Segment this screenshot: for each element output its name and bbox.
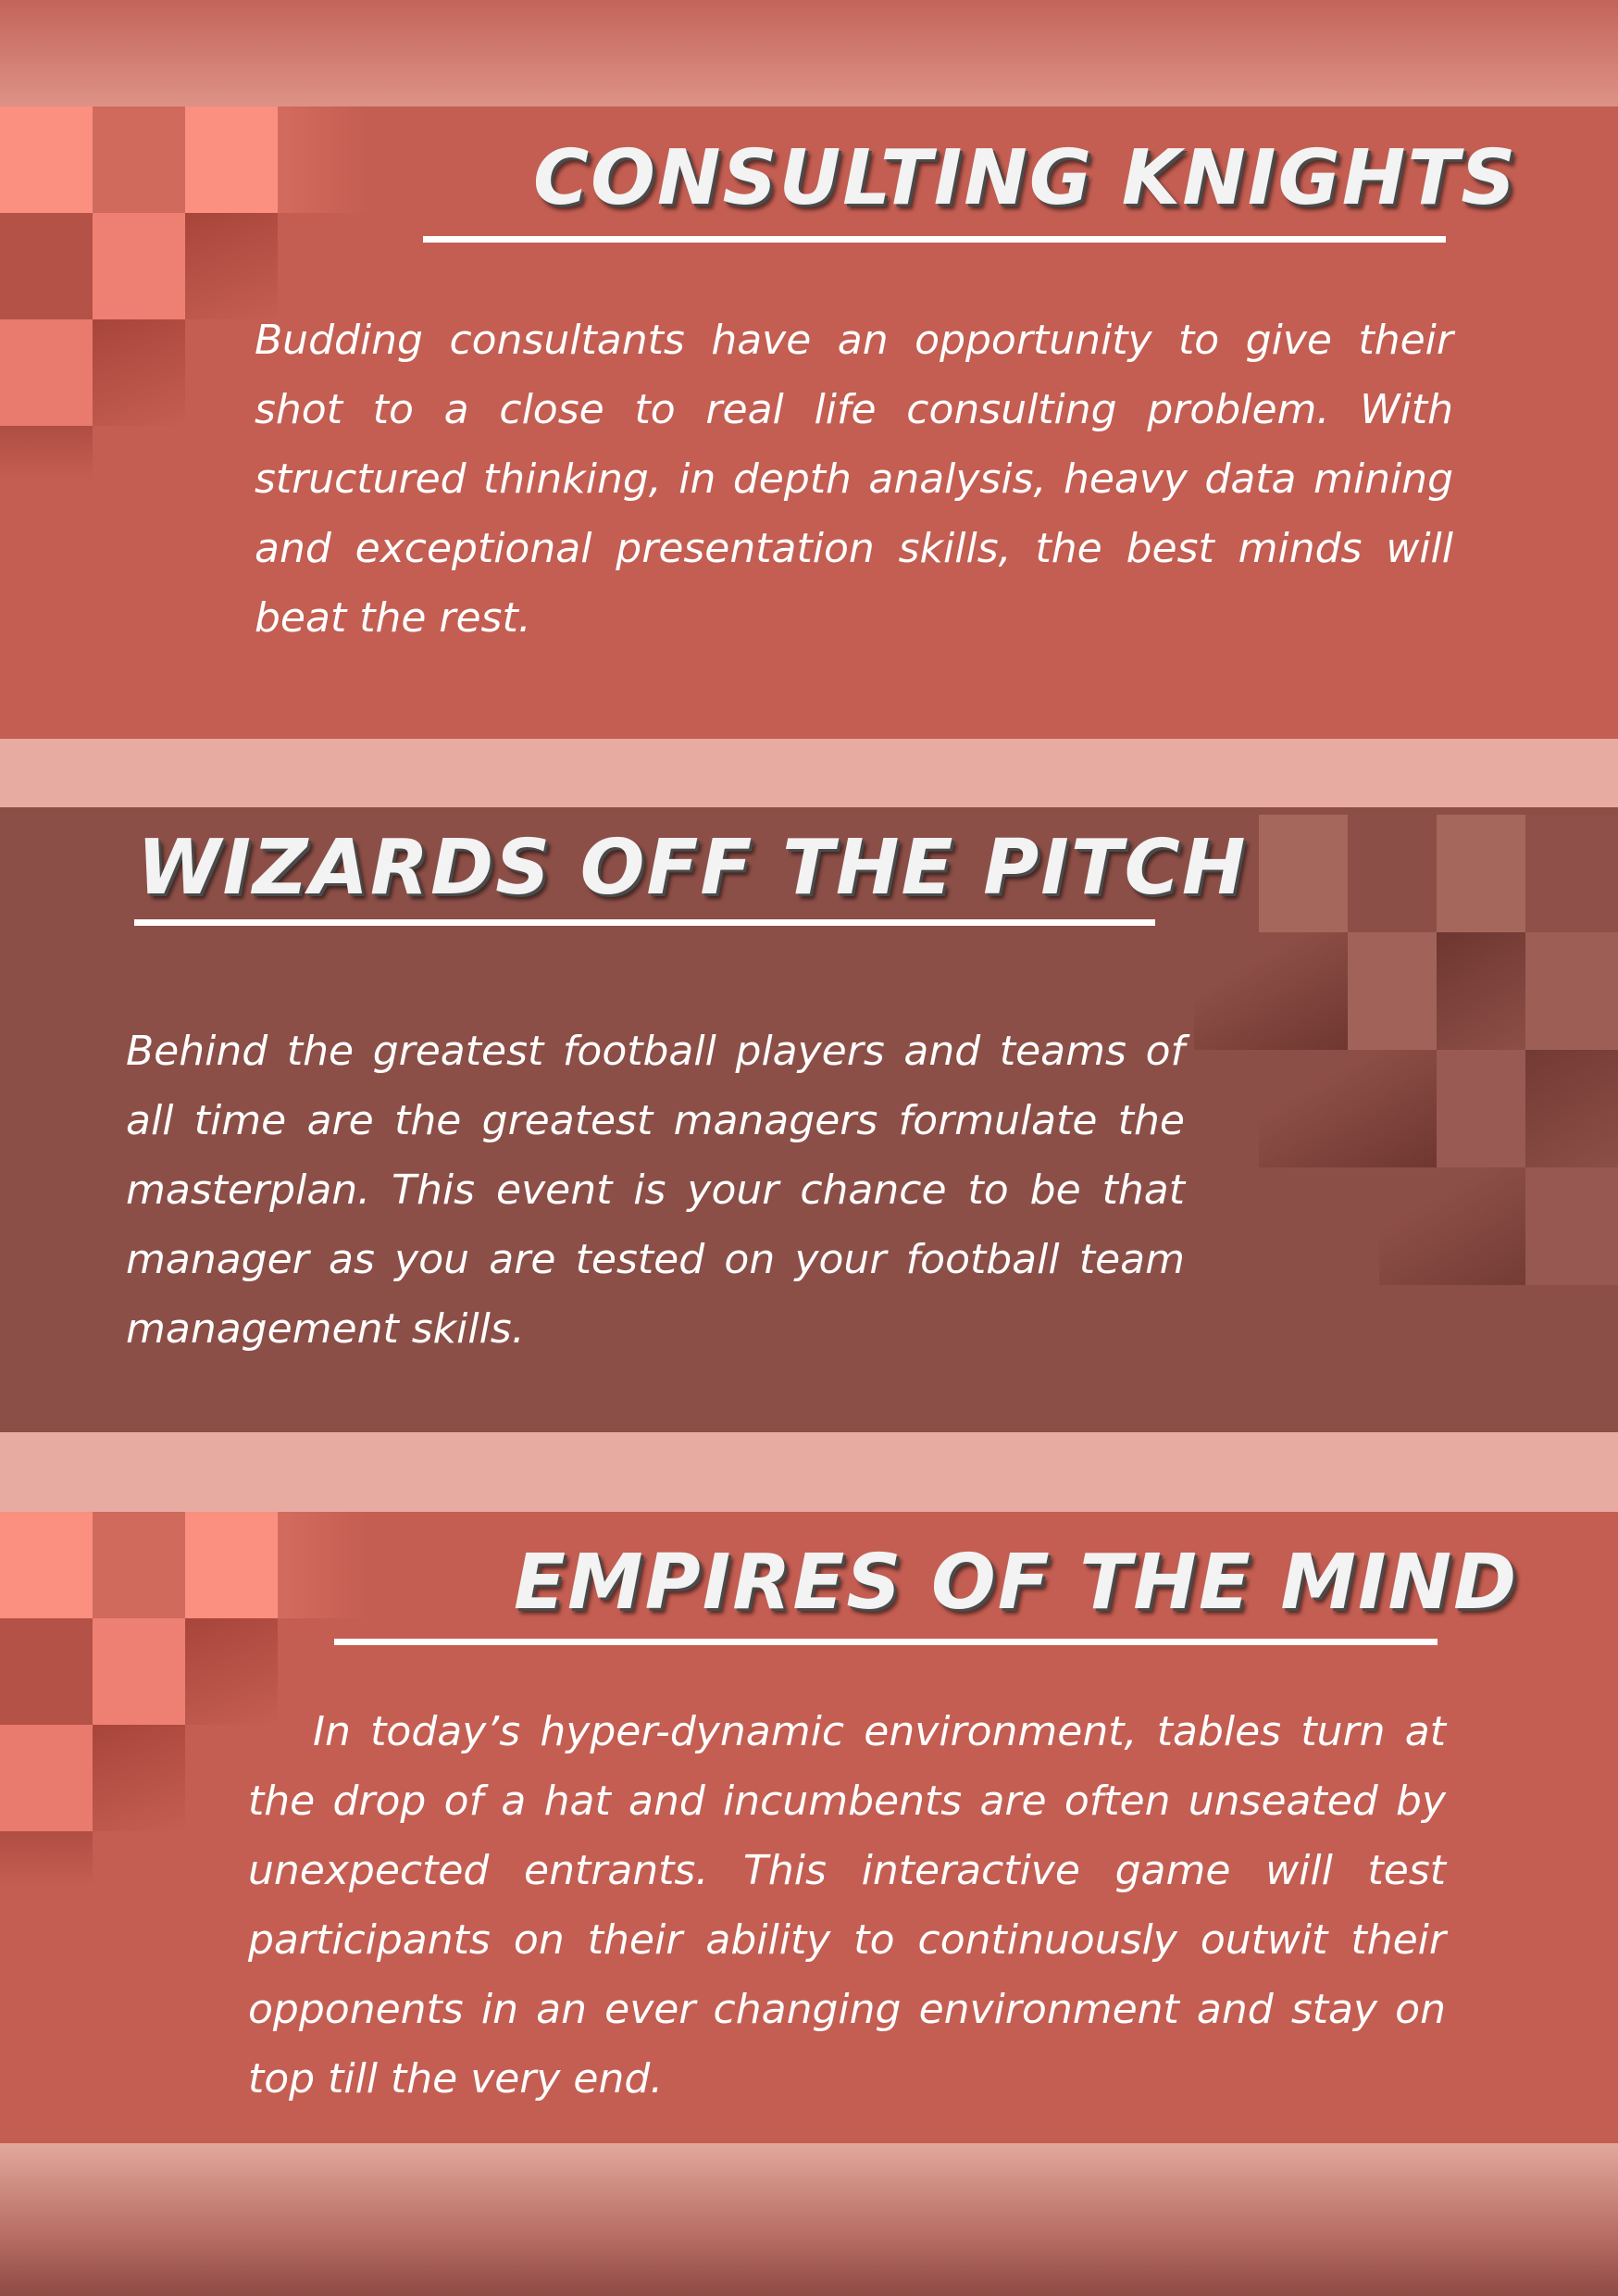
title-underline	[334, 1639, 1438, 1645]
tile	[185, 1512, 278, 1618]
tile	[0, 1618, 93, 1725]
tile	[0, 1725, 93, 1831]
tile	[0, 1831, 93, 1887]
tile	[93, 1618, 185, 1725]
tile	[185, 213, 278, 319]
tile	[1525, 932, 1618, 1050]
bottom-band	[0, 2143, 1618, 2296]
tile	[93, 1512, 185, 1618]
tile	[278, 106, 370, 213]
tile	[93, 319, 185, 426]
tile	[1525, 815, 1618, 932]
tile	[0, 1512, 93, 1618]
tile	[1437, 932, 1525, 1050]
divider-band	[0, 1432, 1618, 1512]
tile	[1194, 932, 1348, 1050]
tile	[1437, 1050, 1525, 1167]
title-underline	[134, 919, 1155, 926]
tile	[0, 319, 93, 426]
tile	[1379, 1167, 1525, 1285]
top-band	[0, 0, 1618, 106]
tile	[1348, 932, 1437, 1050]
tile	[93, 1725, 185, 1831]
tile	[93, 106, 185, 213]
tile	[278, 1512, 370, 1618]
section-body: In today’s hyper-dynamic environment, ta…	[248, 1708, 1446, 2103]
section-wizards-off-the-pitch: WIZARDS OFF THE PITCH Behind the greates…	[0, 807, 1618, 1432]
section-consulting-knights: CONSULTING KNIGHTS Budding consultants h…	[0, 106, 1618, 739]
section-title: CONSULTING KNIGHTS	[533, 134, 1518, 222]
section-title: EMPIRES OF THE MIND	[514, 1539, 1519, 1627]
title-underline	[423, 236, 1446, 243]
tile	[1525, 1167, 1618, 1285]
tile	[1525, 1050, 1618, 1167]
section-body: Behind the greatest football players and…	[126, 1028, 1185, 1353]
tile	[0, 426, 93, 481]
tile	[0, 106, 93, 213]
section-body: Budding consultants have an opportunity …	[255, 317, 1453, 642]
tile	[93, 213, 185, 319]
divider-band	[0, 739, 1618, 807]
tile	[1259, 815, 1348, 932]
tile	[185, 106, 278, 213]
tile	[1348, 815, 1437, 932]
section-empires-of-the-mind: EMPIRES OF THE MIND In today’s hyper-dyn…	[0, 1512, 1618, 2143]
tile	[0, 213, 93, 319]
tile	[1259, 1050, 1437, 1167]
tile	[1437, 815, 1525, 932]
section-title: WIZARDS OFF THE PITCH	[137, 824, 1248, 912]
